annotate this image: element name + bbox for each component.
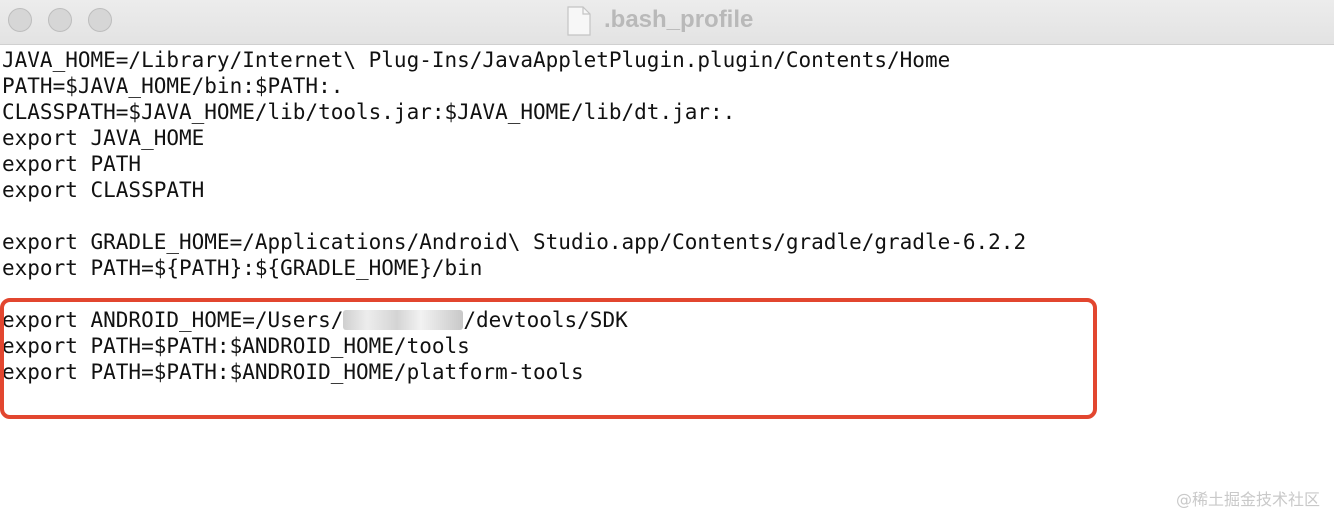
code-line: JAVA_HOME=/Library/Internet\ Plug-Ins/Ja… [2, 48, 951, 72]
minimize-button[interactable] [48, 8, 72, 32]
document-icon [567, 6, 591, 36]
code-line: export GRADLE_HOME=/Applications/Android… [2, 230, 1027, 254]
code-line: export PATH [2, 152, 142, 176]
title-bar: .bash_profile [0, 0, 1334, 45]
classpath-line-text: CLASSPATH=$JAVA_HOME/lib/tools.jar:$JAVA… [2, 100, 736, 124]
code-line: PATH=$JAVA_HOME/bin:$PATH:. [2, 74, 344, 98]
watermark: @稀土掘金技术社区 [1175, 490, 1320, 509]
window-title: .bash_profile [604, 6, 754, 33]
close-button[interactable] [8, 8, 32, 32]
code-line: export CLASSPATH [2, 178, 205, 202]
code-line: export PATH=${PATH}:${GRADLE_HOME}/bin [2, 256, 483, 280]
text-editor[interactable]: JAVA_HOME=/Library/Internet\ Plug-Ins/Ja… [0, 45, 1334, 520]
code-line: export JAVA_HOME [2, 126, 205, 150]
highlight-box [0, 298, 1097, 419]
zoom-button[interactable] [88, 8, 112, 32]
code-line: CLASSPATH=$JAVA_HOME/lib/tools.jar:$JAVA… [2, 99, 735, 125]
